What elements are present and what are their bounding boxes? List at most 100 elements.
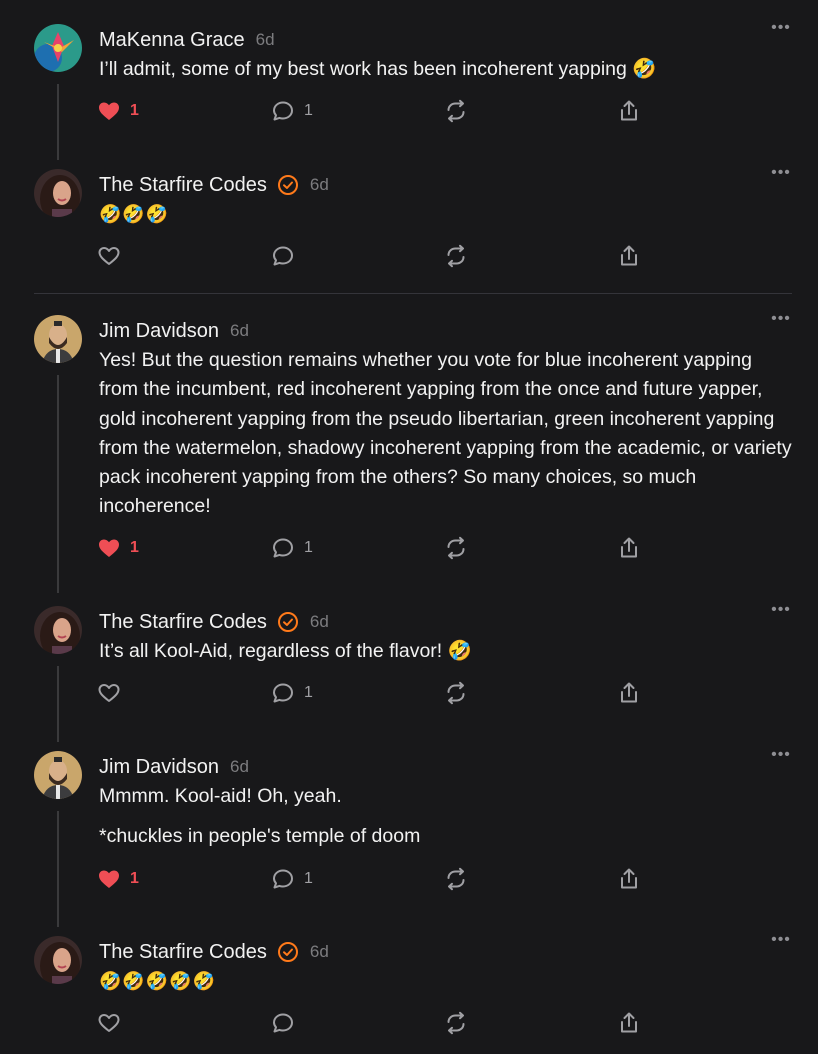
comment-button[interactable]: 1 (271, 99, 313, 123)
post-body: It’s all Kool-Aid, regardless of the fla… (99, 637, 794, 666)
avatar[interactable] (34, 24, 82, 72)
restack-button[interactable] (444, 99, 468, 123)
action-bar (0, 244, 818, 268)
action-bar: 1 (0, 681, 818, 705)
heart-icon (99, 870, 119, 888)
restack-button[interactable] (444, 867, 468, 891)
share-icon (621, 100, 637, 121)
like-button[interactable] (97, 1011, 121, 1035)
heart-icon (99, 102, 119, 120)
author-name[interactable]: Jim Davidson (99, 756, 219, 779)
timestamp[interactable]: 6d (256, 30, 275, 50)
restack-button[interactable] (444, 681, 468, 705)
share-icon (621, 537, 637, 558)
more-dots-icon[interactable]: ••• (770, 747, 792, 769)
post-body: Mmmm. Kool-aid! Oh, yeah. *chuckles in p… (99, 782, 794, 852)
author-name[interactable]: Jim Davidson (99, 320, 219, 343)
comment-bubble-icon (273, 683, 293, 703)
avatar[interactable] (34, 315, 82, 363)
share-button[interactable] (617, 681, 641, 705)
more-dots-icon[interactable]: ••• (770, 165, 792, 187)
like-button[interactable] (97, 681, 121, 705)
post-text: *chuckles in people's temple of doom (99, 825, 421, 848)
more-dots-icon[interactable]: ••• (770, 311, 792, 333)
like-button[interactable]: 1 (97, 536, 139, 560)
like-button[interactable] (97, 244, 121, 268)
post-header: MaKenna Grace 6d (99, 28, 275, 52)
comment-button[interactable] (271, 244, 295, 268)
verified-check-icon (277, 611, 299, 633)
like-button[interactable]: 1 (97, 867, 139, 891)
restack-button[interactable] (444, 244, 468, 268)
comment-bubble-icon (273, 101, 293, 121)
share-button[interactable] (617, 244, 641, 268)
comment-bubble-icon (273, 246, 293, 266)
timestamp[interactable]: 6d (230, 757, 249, 777)
post-body: I’ll admit, some of my best work has bee… (99, 55, 794, 84)
comment-button[interactable]: 1 (271, 681, 313, 705)
share-button[interactable] (617, 536, 641, 560)
post-text: It’s all Kool-Aid, regardless of the fla… (99, 640, 472, 662)
post-body: Yes! But the question remains whether yo… (99, 346, 794, 522)
verified-check-icon (277, 941, 299, 963)
post-text: 🤣🤣🤣 (99, 204, 170, 224)
restack-icon (447, 99, 465, 123)
timestamp[interactable]: 6d (310, 612, 329, 632)
post-header: The Starfire Codes 6d (99, 940, 329, 964)
timestamp[interactable]: 6d (310, 942, 329, 962)
share-icon (621, 1012, 637, 1033)
timestamp[interactable]: 6d (310, 175, 329, 195)
avatar[interactable] (34, 169, 82, 217)
restack-icon (447, 244, 465, 268)
action-bar: 1 1 (0, 536, 818, 560)
comment-count: 1 (304, 102, 313, 119)
restack-icon (447, 681, 465, 705)
share-button[interactable] (617, 1011, 641, 1035)
more-dots-icon[interactable]: ••• (770, 602, 792, 624)
more-dots-icon[interactable]: ••• (770, 20, 792, 42)
share-icon (621, 682, 637, 703)
comment-button[interactable]: 1 (271, 867, 313, 891)
author-name[interactable]: The Starfire Codes (99, 941, 267, 964)
heart-icon (99, 539, 119, 557)
restack-icon (447, 867, 465, 891)
comment-button[interactable] (271, 1011, 295, 1035)
post-body: 🤣🤣🤣 (99, 200, 794, 229)
post-header: Jim Davidson 6d (99, 755, 249, 779)
share-button[interactable] (617, 867, 641, 891)
post-text: I’ll admit, some of my best work has bee… (99, 58, 657, 80)
restack-icon (447, 1011, 465, 1035)
heart-icon (98, 247, 120, 265)
thread-divider (34, 293, 792, 294)
avatar[interactable] (34, 606, 82, 654)
post-header: The Starfire Codes 6d (99, 173, 329, 197)
author-name[interactable]: MaKenna Grace (99, 29, 245, 52)
avatar[interactable] (34, 751, 82, 799)
comment-count: 1 (304, 539, 313, 556)
comment-bubble-icon (273, 538, 293, 558)
restack-button[interactable] (444, 536, 468, 560)
like-count: 1 (130, 539, 139, 556)
post-body: 🤣🤣🤣🤣🤣 (99, 967, 794, 996)
heart-icon (98, 684, 120, 702)
post-text: Mmmm. Kool-aid! Oh, yeah. (99, 785, 342, 807)
author-name[interactable]: The Starfire Codes (99, 174, 267, 197)
action-bar (0, 1011, 818, 1035)
like-count: 1 (130, 102, 139, 119)
comment-bubble-icon (273, 869, 293, 889)
restack-icon (447, 536, 465, 560)
share-button[interactable] (617, 99, 641, 123)
more-dots-icon[interactable]: ••• (770, 932, 792, 954)
comment-bubble-icon (273, 1013, 293, 1033)
like-button[interactable]: 1 (97, 99, 139, 123)
post-text: 🤣🤣🤣🤣🤣 (99, 971, 217, 991)
post-header: The Starfire Codes 6d (99, 610, 329, 634)
share-icon (621, 868, 637, 889)
author-name[interactable]: The Starfire Codes (99, 611, 267, 634)
post-header: Jim Davidson 6d (99, 319, 249, 343)
comment-button[interactable]: 1 (271, 536, 313, 560)
timestamp[interactable]: 6d (230, 321, 249, 341)
post-text: Yes! But the question remains whether yo… (99, 349, 792, 518)
restack-button[interactable] (444, 1011, 468, 1035)
avatar[interactable] (34, 936, 82, 984)
